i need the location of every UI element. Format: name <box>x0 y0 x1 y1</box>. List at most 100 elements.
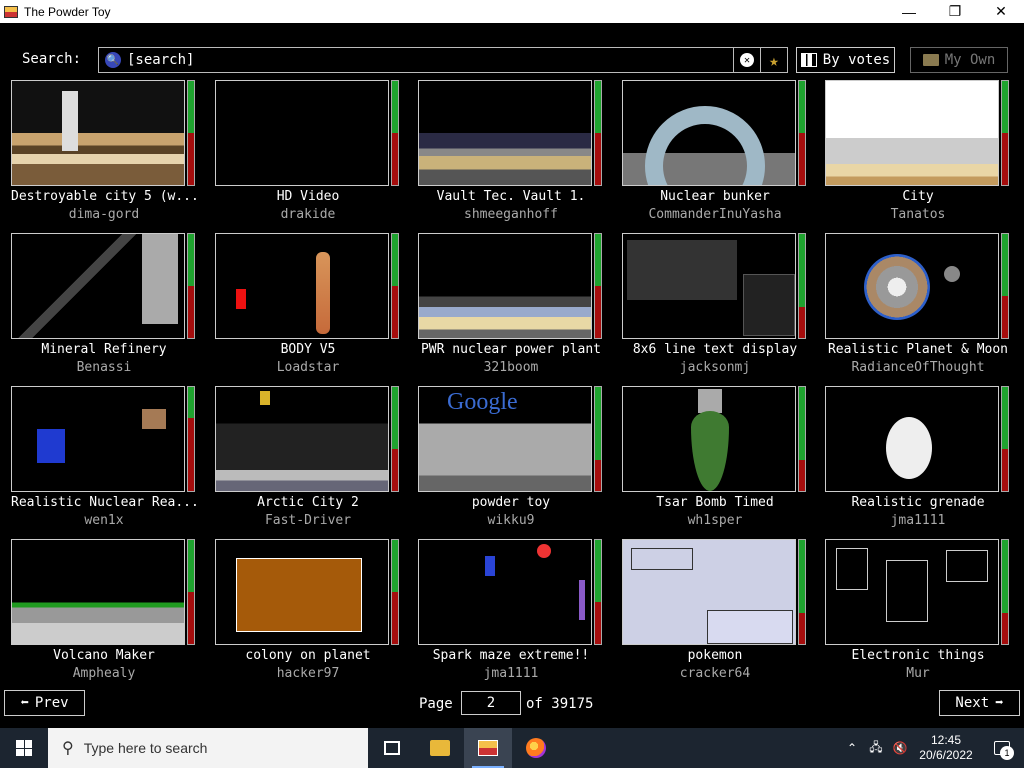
save-author[interactable]: jma1111 <box>418 666 604 681</box>
save-title[interactable]: pokemon <box>622 648 808 663</box>
save-thumbnail[interactable] <box>622 386 808 496</box>
save-title[interactable]: Arctic City 2 <box>215 495 401 510</box>
save-author[interactable]: Fast-Driver <box>215 513 401 528</box>
save-thumbnail[interactable] <box>622 80 808 190</box>
save-title[interactable]: Realistic Planet & Moon <box>825 342 1011 357</box>
save-card[interactable]: Vault Tec. Vault 1. shmeeganhoff <box>418 80 604 228</box>
save-card[interactable]: Arctic City 2 Fast-Driver <box>215 386 401 534</box>
save-author[interactable]: dima-gord <box>11 207 197 222</box>
save-title[interactable]: Volcano Maker <box>11 648 197 663</box>
save-title[interactable]: City <box>825 189 1011 204</box>
save-author[interactable]: jacksonmj <box>622 360 808 375</box>
save-thumbnail[interactable] <box>215 233 401 343</box>
save-title[interactable]: powder toy <box>418 495 604 510</box>
save-thumbnail[interactable] <box>418 233 604 343</box>
notification-center-button[interactable]: 1 <box>980 728 1024 768</box>
close-button[interactable]: ✕ <box>978 0 1024 23</box>
search-input[interactable] <box>127 52 733 68</box>
save-author[interactable]: jma1111 <box>825 513 1011 528</box>
firefox-button[interactable] <box>512 728 560 768</box>
save-thumbnail[interactable] <box>825 233 1011 343</box>
save-author[interactable]: shmeeganhoff <box>418 207 604 222</box>
save-card[interactable]: Realistic grenade jma1111 <box>825 386 1011 534</box>
network-icon[interactable]: 🖧 <box>864 738 888 759</box>
save-thumbnail[interactable] <box>11 539 197 649</box>
save-card[interactable]: Volcano Maker Amphealy <box>11 539 197 687</box>
save-author[interactable]: Amphealy <box>11 666 197 681</box>
save-thumbnail[interactable] <box>825 539 1011 649</box>
save-title[interactable]: Realistic grenade <box>825 495 1011 510</box>
save-card[interactable]: colony on planet hacker97 <box>215 539 401 687</box>
save-author[interactable]: RadianceOfThought <box>825 360 1011 375</box>
start-button[interactable] <box>0 728 48 768</box>
save-author[interactable]: cracker64 <box>622 666 808 681</box>
save-title[interactable]: Realistic Nuclear Rea... <box>11 495 197 510</box>
save-card[interactable]: Electronic things Mur <box>825 539 1011 687</box>
maximize-button[interactable]: ❐ <box>932 0 978 23</box>
save-thumbnail[interactable] <box>215 80 401 190</box>
my-own-button[interactable]: My Own <box>910 47 1008 73</box>
save-thumbnail[interactable]: Google <box>418 386 604 496</box>
prev-page-button[interactable]: ⬅ Prev <box>4 690 85 716</box>
save-author[interactable]: hacker97 <box>215 666 401 681</box>
save-thumbnail[interactable] <box>825 80 1011 190</box>
save-title[interactable]: Tsar Bomb Timed <box>622 495 808 510</box>
save-card[interactable]: Realistic Nuclear Rea... wen1x <box>11 386 197 534</box>
save-author[interactable]: 321boom <box>418 360 604 375</box>
save-card[interactable]: HD Video drakide <box>215 80 401 228</box>
save-title[interactable]: Mineral Refinery <box>11 342 197 357</box>
save-author[interactable]: drakide <box>215 207 401 222</box>
next-page-button[interactable]: Next ➡ <box>939 690 1020 716</box>
save-card[interactable]: 8x6 line text display jacksonmj <box>622 233 808 381</box>
powder-toy-taskbar-button[interactable] <box>464 728 512 768</box>
save-title[interactable]: BODY V5 <box>215 342 401 357</box>
save-thumbnail[interactable] <box>11 233 197 343</box>
save-thumbnail[interactable] <box>215 386 401 496</box>
task-view-button[interactable] <box>368 728 416 768</box>
save-thumbnail[interactable] <box>825 386 1011 496</box>
save-author[interactable]: wen1x <box>11 513 197 528</box>
save-title[interactable]: Nuclear bunker <box>622 189 808 204</box>
volume-muted-icon[interactable]: 🔇 <box>888 741 912 755</box>
clock[interactable]: 12:45 20/6/2022 <box>912 733 980 763</box>
favorites-star-icon[interactable]: ★ <box>760 48 787 72</box>
save-thumbnail[interactable] <box>11 80 197 190</box>
save-card[interactable]: pokemon cracker64 <box>622 539 808 687</box>
save-card[interactable]: Destroyable city 5 (w... dima-gord <box>11 80 197 228</box>
save-thumbnail[interactable] <box>11 386 197 496</box>
save-author[interactable]: CommanderInuYasha <box>622 207 808 222</box>
page-number-input[interactable] <box>461 691 521 715</box>
clear-search-button[interactable]: ✕ <box>733 48 760 72</box>
save-thumbnail[interactable] <box>215 539 401 649</box>
save-title[interactable]: Vault Tec. Vault 1. <box>418 189 604 204</box>
save-card[interactable]: Nuclear bunker CommanderInuYasha <box>622 80 808 228</box>
save-author[interactable]: wh1sper <box>622 513 808 528</box>
save-card[interactable]: Google powder toy wikku9 <box>418 386 604 534</box>
save-title[interactable]: 8x6 line text display <box>622 342 808 357</box>
save-author[interactable]: Tanatos <box>825 207 1011 222</box>
save-card[interactable]: BODY V5 Loadstar <box>215 233 401 381</box>
save-title[interactable]: HD Video <box>215 189 401 204</box>
save-author[interactable]: Loadstar <box>215 360 401 375</box>
save-title[interactable]: PWR nuclear power plant <box>418 342 604 357</box>
save-author[interactable]: Mur <box>825 666 1011 681</box>
save-author[interactable]: wikku9 <box>418 513 604 528</box>
save-thumbnail[interactable] <box>622 539 808 649</box>
save-title[interactable]: Spark maze extreme!! <box>418 648 604 663</box>
save-title[interactable]: colony on planet <box>215 648 401 663</box>
save-thumbnail[interactable] <box>622 233 808 343</box>
minimize-button[interactable]: — <box>886 0 932 23</box>
sort-by-votes-button[interactable]: By votes <box>796 47 895 73</box>
taskbar-search-box[interactable]: ⚲ Type here to search <box>48 728 368 768</box>
save-card[interactable]: City Tanatos <box>825 80 1011 228</box>
save-thumbnail[interactable] <box>418 80 604 190</box>
save-card[interactable]: Realistic Planet & Moon RadianceOfThought <box>825 233 1011 381</box>
save-thumbnail[interactable] <box>418 539 604 649</box>
save-card[interactable]: Mineral Refinery Benassi <box>11 233 197 381</box>
save-title[interactable]: Electronic things <box>825 648 1011 663</box>
save-card[interactable]: PWR nuclear power plant 321boom <box>418 233 604 381</box>
save-author[interactable]: Benassi <box>11 360 197 375</box>
tray-chevron-icon[interactable]: ⌃ <box>840 741 864 755</box>
save-title[interactable]: Destroyable city 5 (w... <box>11 189 197 204</box>
save-card[interactable]: Tsar Bomb Timed wh1sper <box>622 386 808 534</box>
